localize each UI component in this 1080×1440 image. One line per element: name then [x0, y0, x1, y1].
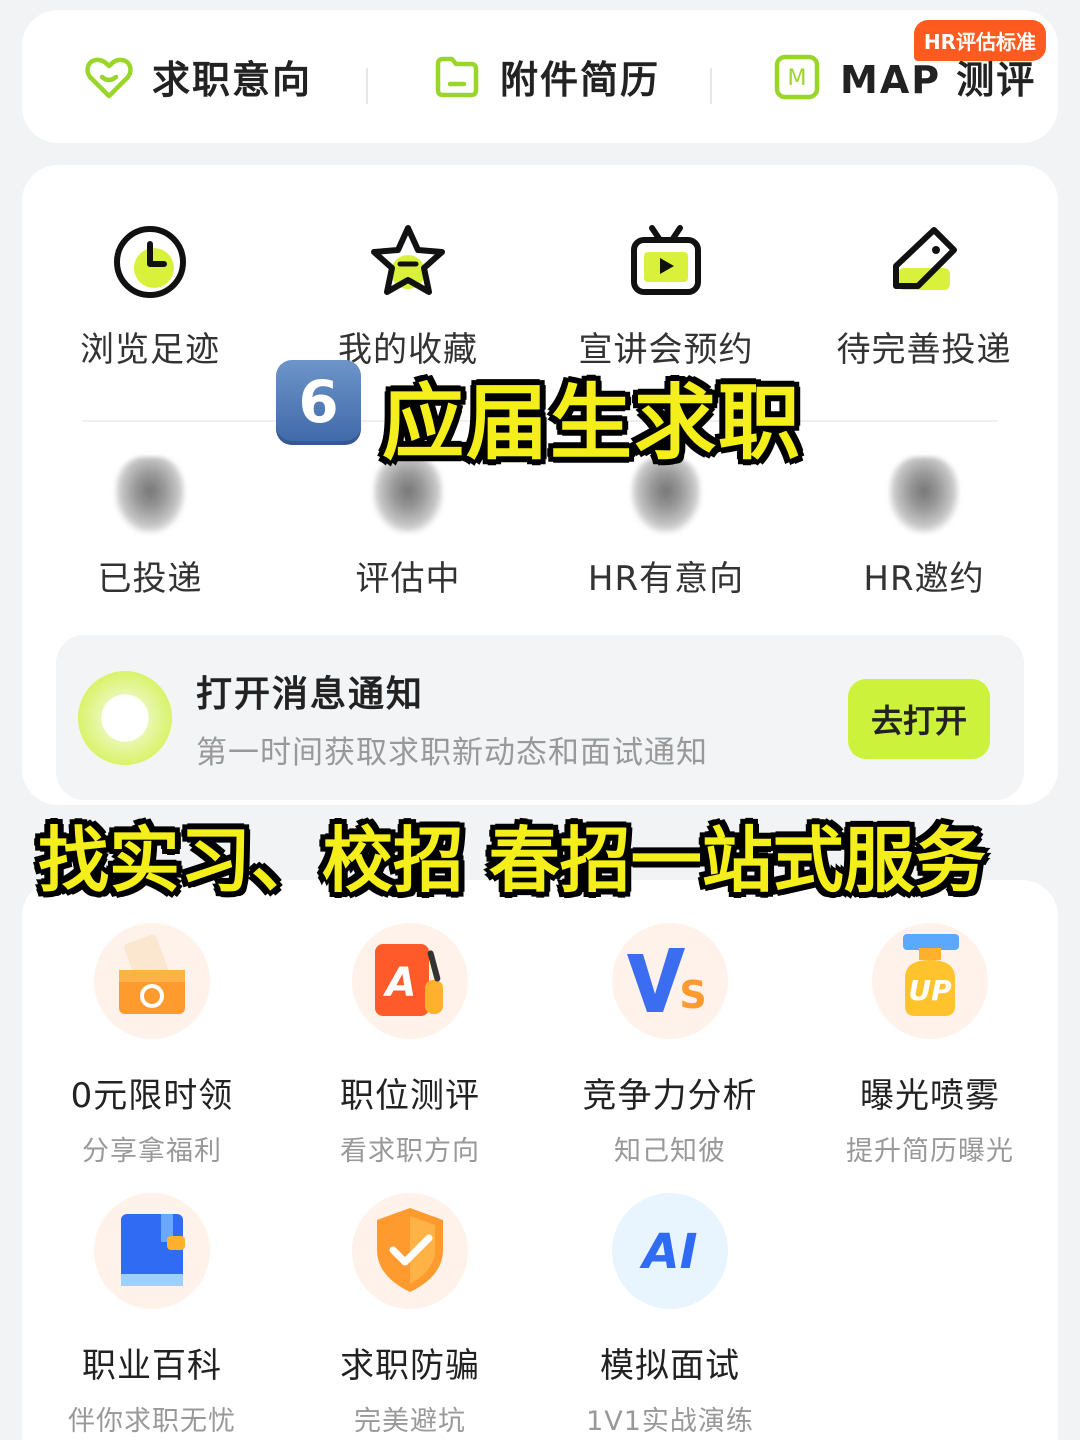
anti-fraud-tool[interactable]: 求职防骗 完美避坑 — [280, 1190, 540, 1438]
attachment-resume-button[interactable]: 附件简历 — [432, 10, 660, 143]
overlay-subtitle: 找实习、校招 春招一站式服务 — [38, 819, 986, 902]
shield-icon — [352, 1193, 468, 1309]
pending-applications-item[interactable]: 待完善投递 — [804, 220, 1044, 371]
exposure-spray-tool[interactable]: UP 曝光喷雾 提升简历曝光 — [800, 920, 1060, 1168]
career-wiki-label: 职业百科 — [82, 1346, 222, 1386]
number-six-badge: 6 — [276, 360, 361, 445]
up-spray-icon: UP — [872, 923, 988, 1039]
mock-interview-sub: 1V1实战演练 — [586, 1406, 754, 1437]
seminar-booking-item[interactable]: 宣讲会预约 — [546, 220, 786, 371]
star-icon — [371, 225, 445, 295]
svg-text:S: S — [679, 973, 706, 1017]
status-evaluating-label: 评估中 — [355, 559, 461, 599]
ai-icon: AI — [612, 1193, 728, 1309]
notification-title: 打开消息通知 — [196, 674, 425, 715]
status-applied-label: 已投递 — [97, 559, 203, 599]
status-hr-interested[interactable]: HR有意向 — [546, 457, 786, 600]
notification-subtitle: 第一时间获取求职新动态和面试通知 — [196, 735, 708, 771]
job-assessment-tool[interactable]: A 职位测评 看求职方向 — [280, 920, 540, 1168]
activity-card: 浏览足迹 我的收藏 宣讲会预约 待完善投递 已投递 评估中 HR有意向 HR邀约… — [22, 165, 1058, 805]
status-hr-interested-label: HR有意向 — [587, 559, 745, 599]
job-intention-button[interactable]: 求职意向 — [84, 10, 312, 143]
free-gift-sub: 分享拿福利 — [82, 1136, 222, 1167]
hr-invite-icon — [889, 457, 959, 533]
status-hr-invite[interactable]: HR邀约 — [804, 457, 1044, 600]
status-evaluating[interactable]: 评估中 — [288, 457, 528, 600]
tag-icon — [893, 227, 957, 290]
svg-text:AI: AI — [638, 1224, 697, 1280]
book-icon — [94, 1193, 210, 1309]
a-grade-icon: A — [352, 923, 468, 1039]
tv-icon — [631, 225, 701, 295]
anti-fraud-sub: 完美避坑 — [354, 1406, 466, 1437]
applied-icon — [115, 457, 185, 533]
competitiveness-sub: 知己知彼 — [614, 1136, 726, 1167]
browse-history-item[interactable]: 浏览足迹 — [30, 220, 270, 371]
mock-interview-label: 模拟面试 — [600, 1346, 740, 1386]
gift-box-icon — [94, 923, 210, 1039]
job-intention-label: 求职意向 — [152, 58, 313, 102]
divider — [366, 68, 368, 104]
svg-text:A: A — [383, 960, 417, 1006]
browse-history-label: 浏览足迹 — [80, 330, 220, 370]
favorites-item[interactable]: 我的收藏 — [288, 220, 528, 371]
free-gift-tool[interactable]: 0元限时领 分享拿福利 — [22, 920, 282, 1168]
divider — [710, 68, 712, 104]
career-wiki-sub: 伴你求职无忧 — [68, 1406, 236, 1437]
clock-icon — [114, 226, 186, 298]
mascot-avatar — [78, 671, 172, 765]
status-applied[interactable]: 已投递 — [30, 457, 270, 600]
job-assessment-sub: 看求职方向 — [340, 1136, 480, 1167]
folder-icon — [435, 56, 479, 97]
pending-applications-label: 待完善投递 — [836, 330, 1012, 370]
free-gift-label: 0元限时领 — [70, 1076, 234, 1116]
svg-text:UP: UP — [908, 974, 952, 1007]
m-square-icon: M — [774, 54, 820, 99]
competitiveness-label: 竞争力分析 — [582, 1076, 758, 1116]
attachment-resume-label: 附件简历 — [500, 58, 661, 102]
hr-standard-badge: HR评估标准 — [913, 20, 1046, 61]
heart-icon — [85, 57, 133, 98]
status-hr-invite-label: HR邀约 — [863, 559, 985, 599]
job-assessment-label: 职位测评 — [340, 1076, 480, 1116]
anti-fraud-label: 求职防骗 — [340, 1346, 480, 1386]
overlay-title: 应届生求职 — [382, 376, 803, 471]
top-shortcut-bar: 求职意向 附件简历 M MAP 测评 HR评估标准 — [22, 10, 1058, 143]
notification-banner: 打开消息通知 第一时间获取求职新动态和面试通知 去打开 — [56, 635, 1024, 800]
exposure-spray-label: 曝光喷雾 — [860, 1076, 1000, 1116]
exposure-spray-sub: 提升简历曝光 — [846, 1136, 1014, 1167]
mock-interview-tool[interactable]: AI 模拟面试 1V1实战演练 — [540, 1190, 800, 1438]
competitiveness-tool[interactable]: S 竞争力分析 知己知彼 — [540, 920, 800, 1168]
enable-notification-button[interactable]: 去打开 — [848, 679, 990, 759]
career-wiki-tool[interactable]: 职业百科 伴你求职无忧 — [22, 1190, 282, 1438]
svg-text:M: M — [788, 66, 807, 91]
vs-icon: S — [612, 923, 728, 1039]
tools-card: 0元限时领 分享拿福利 A 职位测评 看求职方向 S 竞争力分析 知己知彼 UP — [22, 880, 1058, 1440]
